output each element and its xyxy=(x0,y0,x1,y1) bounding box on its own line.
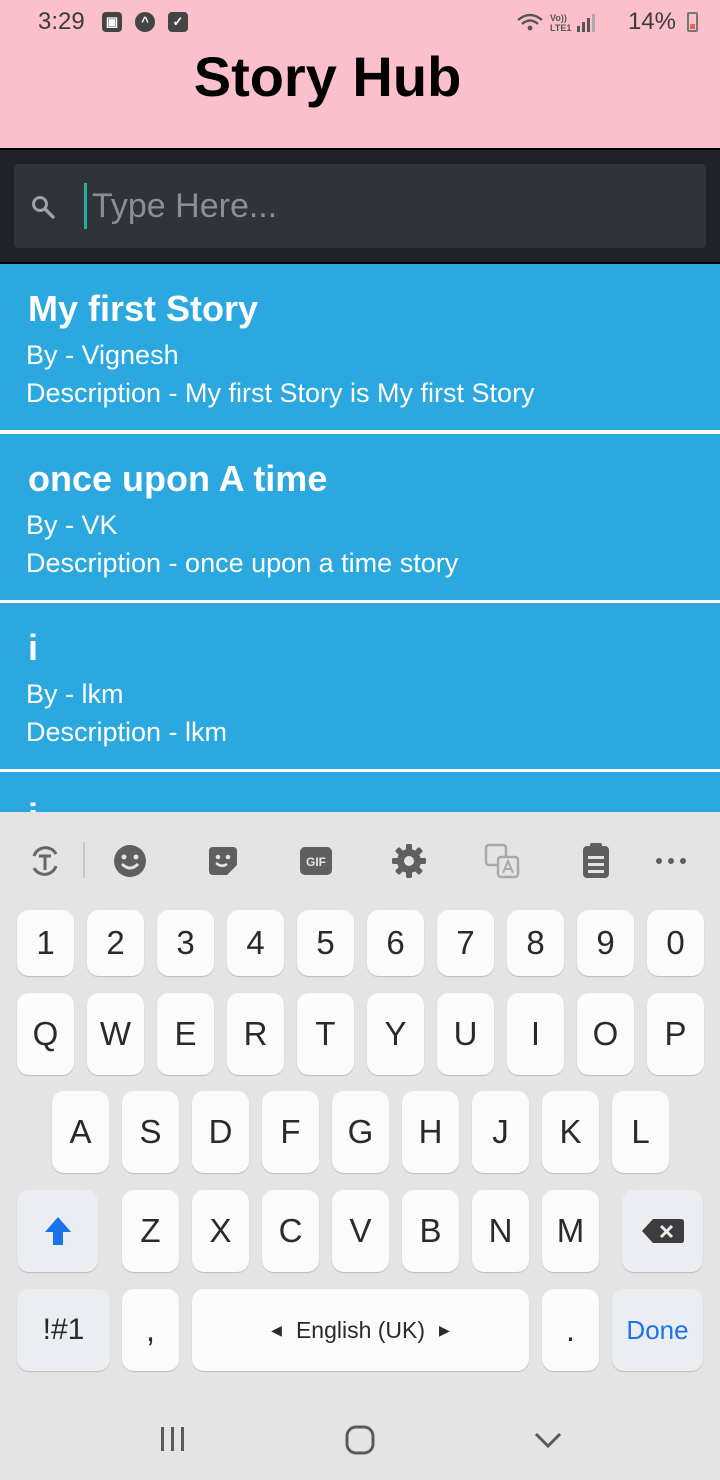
gif-icon[interactable]: GIF xyxy=(297,842,335,880)
key-3[interactable]: 3 xyxy=(157,910,214,976)
key-o[interactable]: O xyxy=(577,993,634,1075)
key-0[interactable]: 0 xyxy=(647,910,704,976)
key-1[interactable]: 1 xyxy=(17,910,74,976)
svg-text:Vo)): Vo)) xyxy=(550,13,567,23)
key-a[interactable]: A xyxy=(52,1091,109,1173)
key-p[interactable]: P xyxy=(647,993,704,1075)
story-description: Description - once upon a time story xyxy=(26,548,459,578)
key-w[interactable]: W xyxy=(87,993,144,1075)
key-v[interactable]: V xyxy=(332,1190,389,1272)
key-2[interactable]: 2 xyxy=(87,910,144,976)
signal-icons: Vo)) LTE1 xyxy=(517,13,595,33)
story-author: By - lkm xyxy=(26,679,124,709)
emoji-icon[interactable] xyxy=(111,842,149,880)
shift-key[interactable] xyxy=(17,1190,98,1272)
settings-icon[interactable] xyxy=(390,842,428,880)
text-cursor xyxy=(84,183,87,229)
period-key[interactable]: . xyxy=(542,1289,599,1371)
key-i[interactable]: I xyxy=(507,993,564,1075)
key-8[interactable]: 8 xyxy=(507,910,564,976)
key-k[interactable]: K xyxy=(542,1091,599,1173)
toolbar-divider xyxy=(83,842,85,878)
story-description: Description - lkm xyxy=(26,717,228,747)
comma-key[interactable]: , xyxy=(122,1289,179,1371)
story-card[interactable]: i By - lkm Description - lkm xyxy=(0,603,720,769)
more-icon[interactable] xyxy=(652,842,690,880)
story-title: i xyxy=(28,627,39,668)
key-c[interactable]: C xyxy=(262,1190,319,1272)
story-description: Description - My first Story is My first… xyxy=(26,378,535,408)
app-notification-icon: ^ xyxy=(135,12,155,32)
battery-icon xyxy=(687,12,698,32)
key-h[interactable]: H xyxy=(402,1091,459,1173)
check-notification-icon: ✓ xyxy=(168,12,188,32)
space-key[interactable]: ◀ English (UK) ▶ xyxy=(192,1289,529,1371)
recent-apps-icon[interactable] xyxy=(158,1424,188,1454)
home-icon[interactable] xyxy=(344,1424,376,1456)
right-arrow-icon: ▶ xyxy=(439,1321,450,1338)
space-language-label: English (UK) xyxy=(295,1316,426,1343)
story-card[interactable]: My first Story By - Vignesh Description … xyxy=(0,264,720,430)
gallery-notification-icon: ▣ xyxy=(102,12,122,32)
battery-percent: 14% xyxy=(627,8,676,35)
story-title: i xyxy=(28,796,38,812)
sticker-icon[interactable] xyxy=(204,842,242,880)
svg-text:LTE1: LTE1 xyxy=(550,23,571,33)
key-r[interactable]: R xyxy=(227,993,284,1075)
key-y[interactable]: Y xyxy=(367,993,424,1075)
page-title: Story Hub xyxy=(193,45,462,108)
key-x[interactable]: X xyxy=(192,1190,249,1272)
story-title: My first Story xyxy=(28,288,259,329)
back-icon[interactable] xyxy=(532,1428,564,1452)
key-n[interactable]: N xyxy=(472,1190,529,1272)
key-m[interactable]: M xyxy=(542,1190,599,1272)
backspace-icon xyxy=(641,1219,684,1243)
shift-arrow-icon xyxy=(44,1217,71,1245)
symbols-key[interactable]: !#1 xyxy=(17,1289,110,1371)
status-time: 3:29 xyxy=(38,8,85,35)
key-b[interactable]: B xyxy=(402,1190,459,1272)
key-g[interactable]: G xyxy=(332,1091,389,1173)
search-icon xyxy=(32,196,55,219)
clipboard-icon[interactable] xyxy=(577,842,615,880)
key-z[interactable]: Z xyxy=(122,1190,179,1272)
key-t[interactable]: T xyxy=(297,993,354,1075)
gif-label: GIF xyxy=(306,855,326,869)
story-card[interactable]: i xyxy=(0,772,720,812)
backspace-key[interactable] xyxy=(622,1190,703,1272)
key-4[interactable]: 4 xyxy=(227,910,284,976)
text-recognition-icon[interactable] xyxy=(26,842,64,880)
key-e[interactable]: E xyxy=(157,993,214,1075)
key-s[interactable]: S xyxy=(122,1091,179,1173)
done-key[interactable]: Done xyxy=(612,1289,703,1371)
story-title: once upon A time xyxy=(28,458,328,499)
key-f[interactable]: F xyxy=(262,1091,319,1173)
key-9[interactable]: 9 xyxy=(577,910,634,976)
translate-icon[interactable] xyxy=(483,842,521,880)
left-arrow-icon: ◀ xyxy=(271,1321,282,1338)
key-5[interactable]: 5 xyxy=(297,910,354,976)
key-6[interactable]: 6 xyxy=(367,910,424,976)
key-j[interactable]: J xyxy=(472,1091,529,1173)
key-d[interactable]: D xyxy=(192,1091,249,1173)
key-7[interactable]: 7 xyxy=(437,910,494,976)
key-u[interactable]: U xyxy=(437,993,494,1075)
story-card[interactable]: once upon A time By - VK Description - o… xyxy=(0,434,720,600)
key-l[interactable]: L xyxy=(612,1091,669,1173)
story-author: By - VK xyxy=(26,510,118,540)
search-input[interactable] xyxy=(86,176,698,236)
key-q[interactable]: Q xyxy=(17,993,74,1075)
story-author: By - Vignesh xyxy=(26,340,179,370)
story-list[interactable]: My first Story By - Vignesh Description … xyxy=(0,264,720,812)
